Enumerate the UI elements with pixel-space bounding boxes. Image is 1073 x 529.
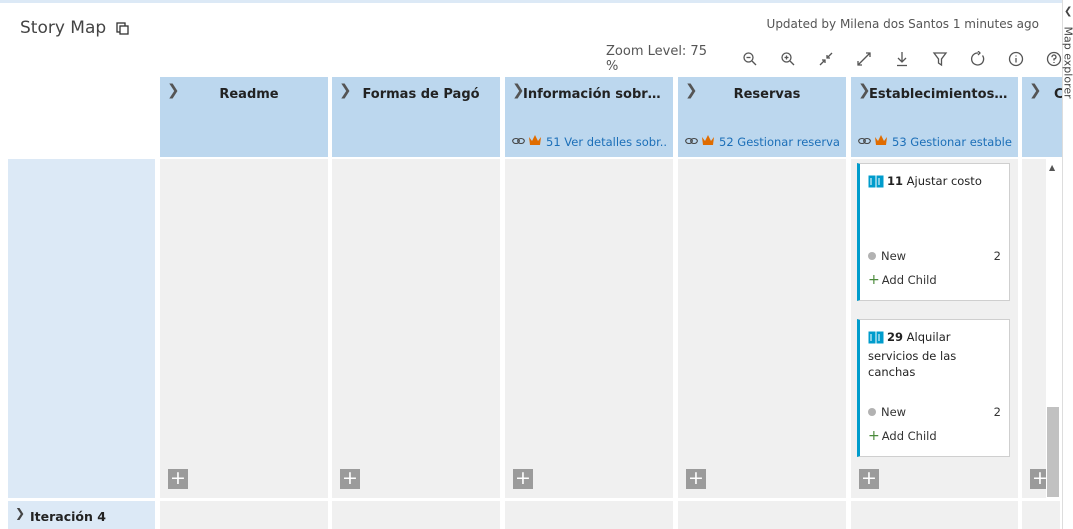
card-title[interactable]: 29 Alquilar servicios de las canchas [868, 329, 1003, 380]
copy-icon[interactable] [115, 20, 129, 40]
card-state: New [868, 249, 906, 263]
column-cell: + [160, 159, 328, 498]
add-item-button[interactable]: + [686, 469, 706, 489]
zoom-in-icon[interactable] [778, 49, 798, 69]
add-child-label: Add Child [881, 429, 937, 443]
add-item-button[interactable]: + [340, 469, 360, 489]
state-dot-icon [868, 252, 876, 260]
column-cell [678, 501, 846, 529]
link-icon [512, 135, 525, 149]
column-cell [160, 501, 328, 529]
crown-icon [701, 134, 715, 149]
feature-link-text: 53 Gestionar estable... [892, 134, 1012, 149]
column-cell [851, 501, 1018, 529]
work-item-card[interactable]: 29 Alquilar servicios de las canchas New… [857, 319, 1010, 457]
card-id: 29 [887, 330, 904, 344]
column-title: C [1022, 87, 1062, 102]
feature-link-text: 52 Gestionar reserva... [719, 134, 840, 149]
refresh-icon[interactable] [968, 49, 988, 69]
card-state-text: New [881, 405, 907, 419]
crown-icon [874, 134, 888, 149]
column-header-informacion[interactable]: ❯ Información sobre c... 51 Ver detalles… [505, 77, 673, 157]
add-item-button[interactable]: + [859, 469, 879, 489]
column-cell: + [678, 159, 846, 498]
column-cell [505, 501, 673, 529]
plus-icon: + [868, 428, 880, 444]
top-accent-bar [0, 0, 1073, 3]
book-icon [868, 331, 884, 348]
plus-icon: + [868, 272, 880, 288]
card-count: 2 [993, 405, 1001, 419]
add-child-button[interactable]: + Add Child [868, 428, 937, 444]
collapse-icon[interactable] [816, 49, 836, 69]
column-cell [332, 501, 500, 529]
page-title-text: Story Map [20, 18, 107, 38]
map-explorer-label: Map explorer [1061, 26, 1073, 99]
column-title: Información sobre c... [523, 87, 673, 102]
download-icon[interactable] [892, 49, 912, 69]
column-title: Readme [219, 87, 279, 102]
expand-icon[interactable] [854, 49, 874, 69]
zoom-level-label: Zoom Level: 75 % [606, 44, 707, 74]
add-child-label: Add Child [881, 273, 937, 287]
map-explorer-panel[interactable]: ❮ Map explorer [1062, 0, 1073, 529]
add-child-button[interactable]: + Add Child [868, 272, 937, 288]
feature-link[interactable]: 53 Gestionar estable... [858, 134, 1012, 149]
zoom-out-icon[interactable] [740, 49, 760, 69]
column-header-reservas[interactable]: ❯ Reservas 52 Gestionar reserva... [678, 77, 846, 157]
crown-icon [528, 134, 542, 149]
column-title: Reservas [733, 87, 801, 102]
card-state: New [868, 405, 906, 419]
card-id: 11 [887, 174, 904, 188]
iteration-label: Iteración 4 [30, 509, 106, 524]
info-icon[interactable] [1006, 49, 1026, 69]
column-cell: + [505, 159, 673, 498]
column-cell [1022, 501, 1060, 529]
feature-link-text: 51 Ver detalles sobr... [546, 134, 667, 149]
column-header-formas-de-pago[interactable]: ❯ Formas de Pagó [332, 77, 500, 157]
iteration-row-header[interactable]: ❯ Iteración 4 [8, 501, 155, 529]
scroll-up-arrow-icon[interactable]: ▲ [1049, 163, 1055, 172]
column-header-partial[interactable]: ❯ C [1022, 77, 1062, 157]
link-icon [858, 135, 871, 149]
column-cell: + [1022, 159, 1050, 498]
filter-icon[interactable] [930, 49, 950, 69]
updated-status: Updated by Milena dos Santos 1 minutes a… [766, 17, 1039, 31]
column-header-readme[interactable]: ❯ Readme [160, 77, 328, 157]
add-item-button[interactable]: + [513, 469, 533, 489]
column-title: Establecimientos ofr... [869, 87, 1018, 102]
card-title-text: Ajustar costo [906, 174, 982, 188]
card-count: 2 [993, 249, 1001, 263]
add-item-button[interactable]: + [168, 469, 188, 489]
work-item-card[interactable]: 11 Ajustar costo New 2 + Add Child [857, 163, 1010, 301]
scrollbar-thumb[interactable] [1047, 407, 1059, 497]
feature-link[interactable]: 52 Gestionar reserva... [685, 134, 840, 149]
card-title[interactable]: 11 Ajustar costo [868, 173, 1003, 192]
feature-link[interactable]: 51 Ver detalles sobr... [512, 134, 667, 149]
column-title: Formas de Pagó [362, 87, 480, 102]
link-icon [685, 135, 698, 149]
book-icon [868, 175, 884, 192]
page-title: Story Map [20, 18, 129, 40]
iteration-row-header [8, 159, 155, 498]
column-header-establecimientos[interactable]: ❯ Establecimientos ofr... 53 Gestionar e… [851, 77, 1018, 157]
chevron-left-icon[interactable]: ❮ [1064, 6, 1072, 17]
card-state-text: New [881, 249, 907, 263]
column-cell: + [332, 159, 500, 498]
state-dot-icon [868, 408, 876, 416]
toolbar: Zoom Level: 75 % [606, 44, 1073, 74]
chevron-right-icon[interactable]: ❯ [15, 506, 25, 520]
